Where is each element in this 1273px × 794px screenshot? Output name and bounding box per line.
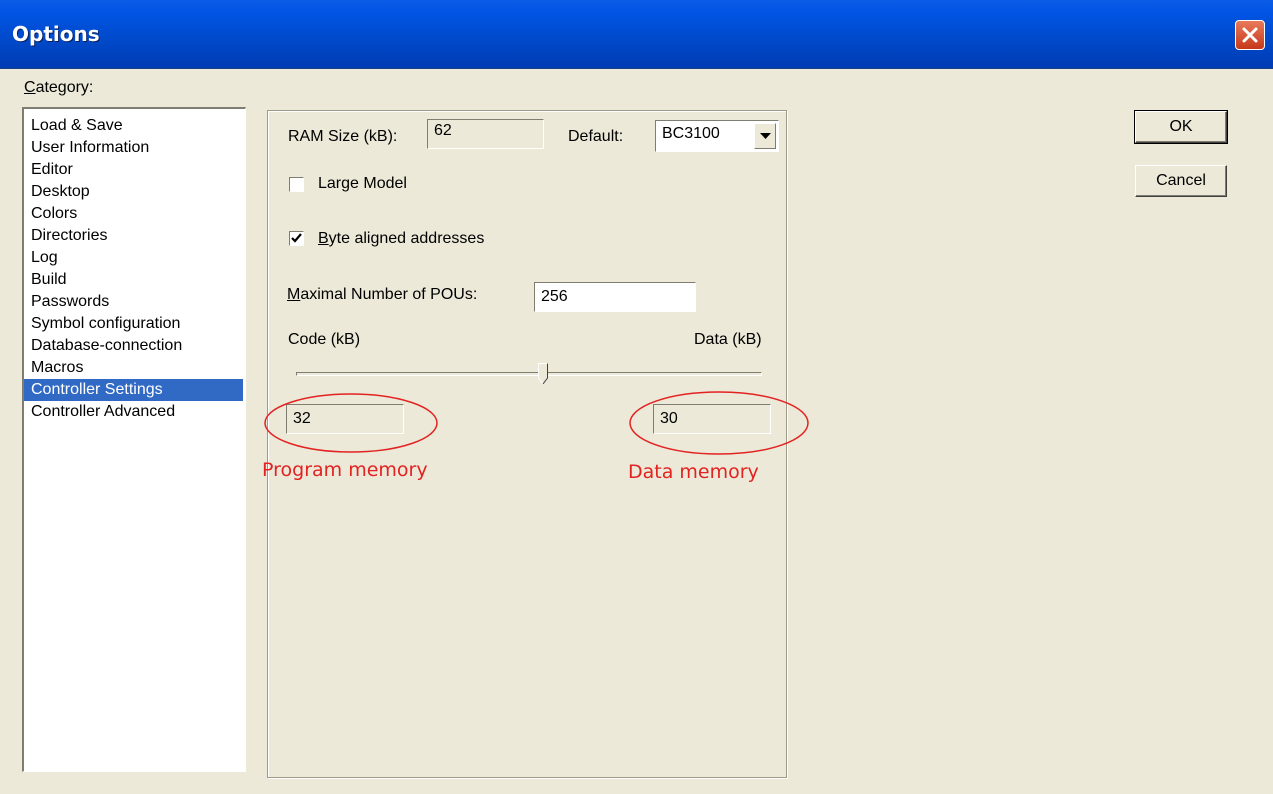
close-icon <box>1242 27 1258 43</box>
max-pous-label: Maximal Number of POUs: <box>287 286 478 303</box>
max-pous-input[interactable]: 256 <box>534 282 696 312</box>
ram-size-label: RAM Size (kB): <box>288 128 398 145</box>
memory-slider-track <box>296 372 762 376</box>
category-item[interactable]: Controller Advanced <box>24 401 243 423</box>
data-memory-annotation: Data memory <box>628 461 759 483</box>
data-memory-highlight <box>629 391 809 455</box>
default-label: Default: <box>568 128 624 145</box>
large-model-checkbox[interactable] <box>289 177 304 192</box>
category-item[interactable]: User Information <box>24 137 243 159</box>
category-item[interactable]: Database-connection <box>24 335 243 357</box>
category-label: Category: <box>24 79 94 96</box>
data-label: Data (kB) <box>694 331 762 348</box>
category-item[interactable]: Load & Save <box>24 115 243 137</box>
default-select-value: BC3100 <box>662 125 720 142</box>
byte-aligned-checkbox[interactable] <box>289 231 304 246</box>
chevron-down-icon <box>760 133 771 139</box>
memory-slider-thumb[interactable] <box>537 363 548 385</box>
byte-aligned-label: Byte aligned addresses <box>318 230 485 247</box>
ok-button[interactable]: OK <box>1134 110 1228 144</box>
category-item[interactable]: Build <box>24 269 243 291</box>
ram-size-field: 62 <box>427 119 544 149</box>
large-model-label: Large Model <box>318 175 407 192</box>
category-item[interactable]: Macros <box>24 357 243 379</box>
category-item[interactable]: Log <box>24 247 243 269</box>
category-item[interactable]: Colors <box>24 203 243 225</box>
category-item[interactable]: Controller Settings <box>24 379 243 401</box>
category-item[interactable]: Editor <box>24 159 243 181</box>
default-select[interactable]: BC3100 <box>655 120 779 152</box>
close-button[interactable] <box>1235 20 1265 50</box>
cancel-button[interactable]: Cancel <box>1135 165 1227 197</box>
dropdown-button[interactable] <box>754 123 776 149</box>
window-title: Options <box>12 22 100 46</box>
program-memory-highlight <box>264 393 438 453</box>
checkmark-icon <box>291 233 302 243</box>
category-item[interactable]: Symbol configuration <box>24 313 243 335</box>
title-bar: Options <box>0 0 1273 69</box>
category-list[interactable]: Load & Save User Information Editor Desktop… <box>22 107 246 772</box>
category-item[interactable]: Passwords <box>24 291 243 313</box>
category-item[interactable]: Directories <box>24 225 243 247</box>
category-item[interactable]: Desktop <box>24 181 243 203</box>
program-memory-annotation: Program memory <box>262 459 428 481</box>
code-label: Code (kB) <box>288 331 361 348</box>
